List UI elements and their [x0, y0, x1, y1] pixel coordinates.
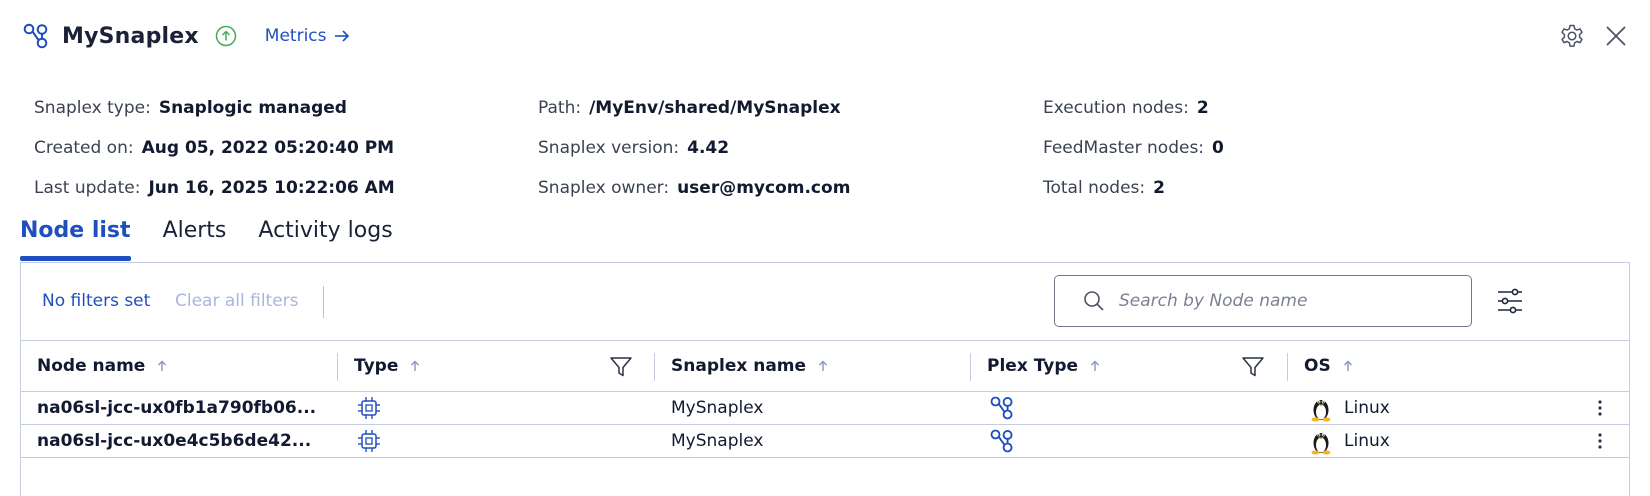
metrics-label: Metrics	[264, 26, 327, 46]
column-header-type[interactable]: Type	[354, 341, 420, 391]
snaplex-logo-icon	[23, 23, 48, 49]
os-cell: Linux	[1308, 425, 1390, 457]
column-header-snaplex-name[interactable]: Snaplex name	[671, 341, 828, 391]
detail-label: Snaplex owner:	[538, 178, 670, 198]
tab-node-list[interactable]: Node list	[20, 218, 131, 261]
detail-snaplex-version: Snaplex version: 4.42	[538, 128, 850, 168]
details-column-1: Snaplex type: Snaplogic managed Created o…	[34, 88, 395, 208]
os-label: Linux	[1344, 431, 1390, 451]
snaplex-icon	[990, 429, 1013, 453]
column-divider	[337, 353, 338, 381]
clear-filters-button[interactable]: Clear all filters	[175, 291, 299, 311]
divider	[323, 286, 324, 318]
table-row[interactable]: na06sl-jcc-ux0e4c5b6de42... MySnaplex Li…	[21, 425, 1629, 458]
search-input[interactable]	[1119, 291, 1449, 311]
column-divider	[1287, 353, 1288, 381]
column-divider	[654, 353, 655, 381]
tab-alerts[interactable]: Alerts	[163, 218, 227, 252]
detail-value: /MyEnv/shared/MySnaplex	[589, 98, 841, 118]
node-name-cell[interactable]: na06sl-jcc-ux0fb1a790fb06...	[37, 392, 316, 424]
linux-penguin-icon	[1311, 400, 1331, 422]
detail-label: Snaplex version:	[538, 138, 680, 158]
column-header-label: Plex Type	[987, 356, 1079, 376]
status-up-icon	[215, 25, 237, 47]
table-header: Node name Type Snaplex name Plex Type OS	[21, 340, 1629, 392]
search-icon	[1084, 291, 1104, 311]
plex-type-cell	[989, 425, 1015, 457]
window-controls	[1558, 22, 1630, 50]
detail-label: Snaplex type:	[34, 98, 151, 118]
sort-arrow-icon	[819, 360, 828, 371]
snaplex-name-cell: MySnaplex	[671, 431, 764, 451]
detail-label: Execution nodes:	[1043, 98, 1189, 118]
detail-snaplex-owner: Snaplex owner: user@mycom.com	[538, 168, 850, 208]
detail-value: Aug 05, 2022 05:20:40 PM	[141, 138, 395, 158]
sort-arrow-icon	[1343, 360, 1352, 371]
node-list-panel: No filters set Clear all filters Node na…	[20, 262, 1630, 496]
page-title: MySnaplex	[62, 23, 199, 49]
sort-arrow-icon	[1091, 360, 1100, 371]
detail-value: Jun 16, 2025 10:22:06 AM	[148, 178, 395, 198]
header: MySnaplex Metrics	[22, 18, 350, 54]
filter-funnel-icon[interactable]	[1240, 354, 1266, 380]
type-cell	[356, 425, 382, 457]
details-column-2: Path: /MyEnv/shared/MySnaplex Snaplex ver…	[538, 88, 850, 208]
table-row[interactable]: na06sl-jcc-ux0fb1a790fb06... MySnaplex L…	[21, 392, 1629, 425]
detail-value: 2	[1196, 98, 1209, 118]
more-options-icon[interactable]	[1595, 397, 1605, 419]
column-header-label: OS	[1304, 356, 1331, 376]
filter-status: No filters set	[42, 291, 151, 311]
tab-bar: Node list Alerts Activity logs	[20, 218, 425, 261]
detail-value: 2	[1153, 178, 1165, 198]
detail-label: Last update:	[34, 178, 141, 198]
filter-bar: No filters set Clear all filters	[21, 263, 1629, 341]
detail-created-on: Created on: Aug 05, 2022 05:20:40 PM	[34, 128, 395, 168]
column-header-plex-type[interactable]: Plex Type	[987, 341, 1100, 391]
filter-funnel-icon[interactable]	[608, 354, 634, 380]
detail-label: FeedMaster nodes:	[1043, 138, 1205, 158]
column-settings-icon[interactable]	[1496, 287, 1524, 315]
column-divider	[970, 353, 971, 381]
close-icon[interactable]	[1602, 22, 1630, 50]
column-header-node-name[interactable]: Node name	[37, 341, 167, 391]
processor-chip-icon	[358, 397, 380, 419]
detail-execution-nodes: Execution nodes: 2	[1043, 88, 1224, 128]
node-name-cell[interactable]: na06sl-jcc-ux0e4c5b6de42...	[37, 425, 311, 457]
detail-value: Snaplogic managed	[158, 98, 347, 118]
more-options-icon[interactable]	[1595, 430, 1605, 452]
os-label: Linux	[1344, 398, 1390, 418]
column-header-os[interactable]: OS	[1304, 341, 1353, 391]
search-box[interactable]	[1054, 275, 1472, 327]
plex-type-cell	[989, 392, 1015, 424]
snaplex-icon	[990, 396, 1013, 420]
linux-penguin-icon	[1311, 433, 1331, 455]
detail-snaplex-type: Snaplex type: Snaplogic managed	[34, 88, 395, 128]
detail-total-nodes: Total nodes: 2	[1043, 168, 1224, 208]
os-cell: Linux	[1308, 392, 1390, 424]
processor-chip-icon	[358, 430, 380, 452]
sort-arrow-icon	[158, 360, 167, 371]
column-header-label: Type	[354, 356, 399, 376]
snaplex-name-cell: MySnaplex	[671, 398, 764, 418]
type-cell	[356, 392, 382, 424]
detail-value: 0	[1212, 138, 1224, 158]
detail-label: Path:	[538, 98, 582, 118]
column-header-label: Node name	[37, 356, 146, 376]
detail-label: Created on:	[34, 138, 134, 158]
detail-value: 4.42	[687, 138, 730, 158]
detail-feedmaster-nodes: FeedMaster nodes: 0	[1043, 128, 1224, 168]
arrow-right-icon	[334, 30, 349, 42]
detail-last-update: Last update: Jun 16, 2025 10:22:06 AM	[34, 168, 395, 208]
detail-path: Path: /MyEnv/shared/MySnaplex	[538, 88, 850, 128]
detail-value: user@mycom.com	[677, 178, 851, 198]
column-header-label: Snaplex name	[671, 356, 807, 376]
tab-activity-logs[interactable]: Activity logs	[258, 218, 392, 252]
details-column-3: Execution nodes: 2 FeedMaster nodes: 0 Tot…	[1043, 88, 1224, 208]
gear-icon[interactable]	[1558, 22, 1586, 50]
metrics-link[interactable]: Metrics	[265, 26, 350, 46]
sort-arrow-icon	[411, 360, 420, 371]
detail-label: Total nodes:	[1043, 178, 1146, 198]
